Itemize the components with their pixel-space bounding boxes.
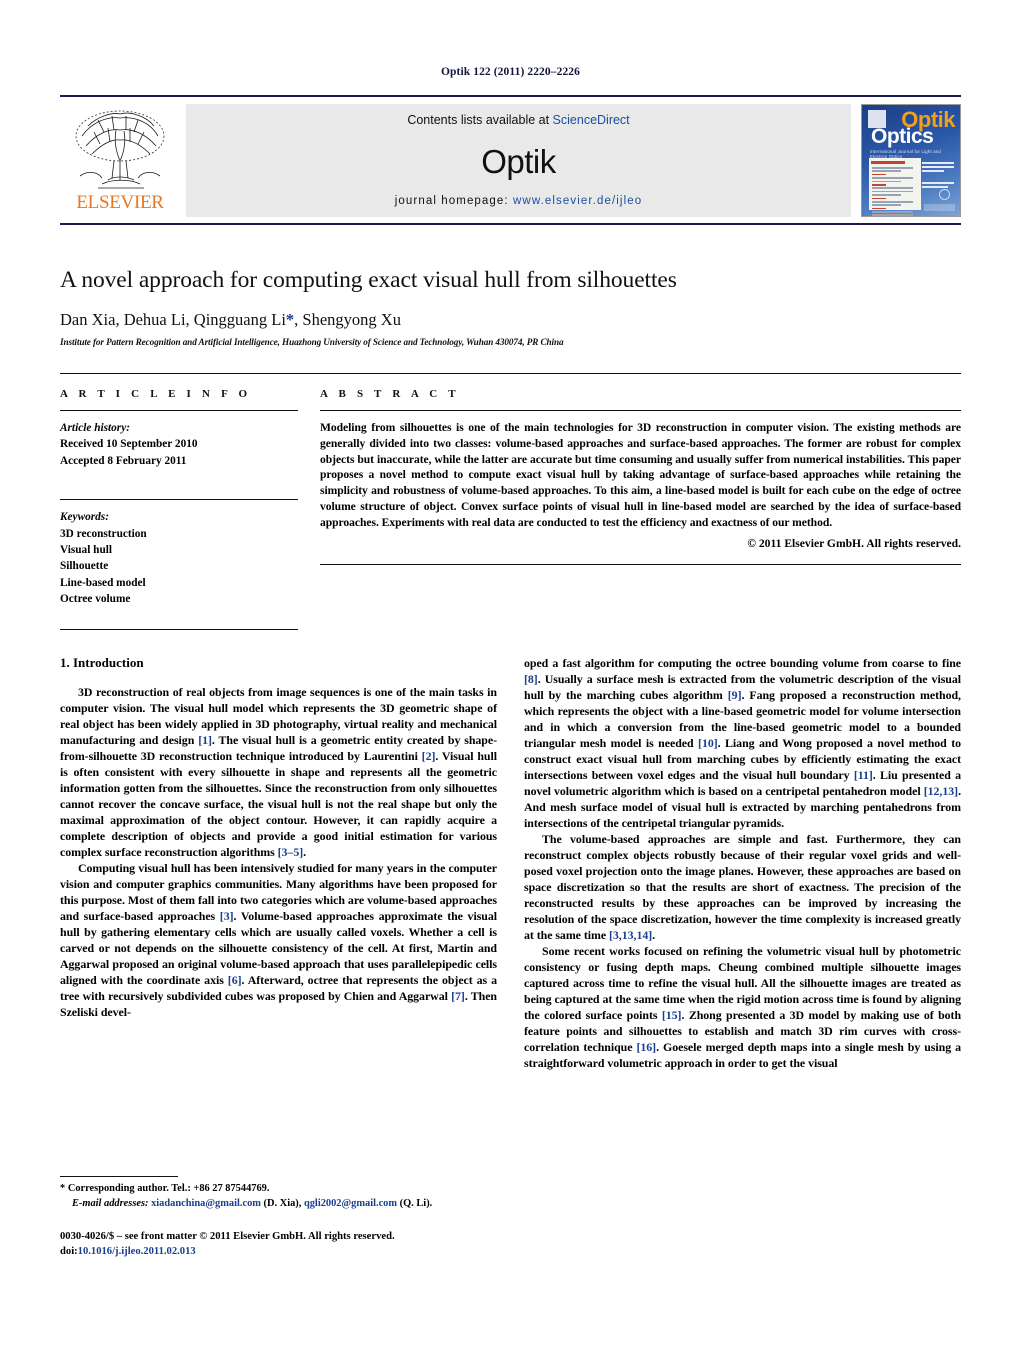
- keyword-item: Line-based model: [60, 576, 146, 589]
- body-column-left: 1. Introduction 3D reconstruction of rea…: [60, 655, 497, 1200]
- cover-side-text: [922, 160, 954, 190]
- article-history-label: Article history:: [60, 422, 130, 435]
- contents-prefix: Contents lists available at: [407, 113, 553, 127]
- footnote-emails: E-mail addresses: xiadanchina@gmail.com …: [60, 1197, 497, 1212]
- article-info-heading: A R T I C L E I N F O: [60, 388, 252, 401]
- paragraph: The volume-based approaches are simple a…: [524, 832, 961, 943]
- paragraph: Some recent works focused on refining th…: [524, 944, 962, 1071]
- email-addresses-label: E-mail addresses:: [72, 1197, 149, 1209]
- author-names-tail: , Shengyong Xu: [294, 310, 401, 330]
- footnote-corresponding-author: * Corresponding author. Tel.: +86 27 875…: [60, 1182, 497, 1197]
- body-columns: 1. Introduction 3D reconstruction of rea…: [60, 655, 961, 1200]
- footnote-block: * Corresponding author. Tel.: +86 27 875…: [60, 1176, 497, 1212]
- paragraph: oped a fast algorithm for computing the …: [524, 656, 962, 831]
- abstract-column: A B S T R A C T Modeling from silhouette…: [320, 388, 961, 630]
- section-heading-introduction: 1. Introduction: [60, 655, 144, 671]
- cover-seal-icon: [939, 189, 950, 200]
- author-names: Dan Xia, Dehua Li, Qingguang Li: [60, 310, 286, 330]
- affiliation: Institute for Pattern Recognition and Ar…: [60, 337, 564, 348]
- journal-homepage-link[interactable]: www.elsevier.de/ijleo: [513, 195, 642, 207]
- email-owner-author2: (Q. Li).: [399, 1197, 433, 1209]
- body-column-right: oped a fast algorithm for computing the …: [524, 655, 961, 1200]
- cover-title-optics: Optics: [871, 125, 934, 148]
- abstract-text: Modeling from silhouettes is one of the …: [320, 421, 961, 529]
- article-info-rule: [60, 410, 298, 412]
- journal-homepage-line: journal homepage: www.elsevier.de/ijleo: [395, 195, 642, 207]
- elsevier-logo: ELSEVIER: [60, 104, 180, 217]
- keywords-rule: [60, 499, 298, 501]
- page-title: A novel approach for computing exact vis…: [60, 267, 677, 293]
- paragraph: Computing visual hull has been intensive…: [60, 861, 497, 1020]
- abstract-heading: A B S T R A C T: [320, 388, 460, 401]
- abstract-copyright: © 2011 Elsevier GmbH. All rights reserve…: [747, 537, 961, 551]
- article-info-bottom-rule: [60, 629, 298, 631]
- article-history-accepted: Accepted 8 February 2011: [60, 454, 187, 467]
- imprint-block: 0030-4026/$ – see front matter © 2011 El…: [60, 1229, 580, 1260]
- title-block: A novel approach for computing exact vis…: [60, 267, 961, 347]
- masthead-bottom-rule: [60, 223, 961, 225]
- email-owner-author1: (D. Xia),: [263, 1197, 302, 1209]
- email-link-author2[interactable]: qgli2002@gmail.com: [304, 1198, 397, 1209]
- abstract-rule: [320, 410, 961, 412]
- footnote-corresponding-text: Corresponding author. Tel.: +86 27 87544…: [67, 1183, 270, 1194]
- cover-bottom-strip: [924, 204, 955, 211]
- keyword-item: Silhouette: [60, 560, 109, 573]
- keywords-label: Keywords:: [60, 511, 109, 524]
- article-page: Optik 122 (2011) 2220–2226 ELSEVIER Cont…: [0, 0, 1021, 1351]
- journal-banner: Contents lists available at ScienceDirec…: [186, 104, 851, 217]
- doi-prefix: doi:: [60, 1246, 78, 1258]
- homepage-label: journal homepage:: [394, 195, 514, 207]
- paragraph: 3D reconstruction of real objects from i…: [60, 685, 497, 860]
- article-info-column: A R T I C L E I N F O Article history: R…: [60, 388, 298, 631]
- cover-contents-panel: [869, 158, 921, 216]
- doi-line: doi:10.1016/j.ijleo.2011.02.013: [60, 1244, 580, 1259]
- journal-cover-thumbnail: Optik Optics International Journal for L…: [861, 104, 961, 217]
- info-abstract-region: A R T I C L E I N F O Article history: R…: [60, 373, 961, 631]
- running-head: Optik 122 (2011) 2220–2226: [440, 66, 580, 78]
- email-link-author1[interactable]: xiadanchina@gmail.com: [151, 1198, 261, 1209]
- keyword-item: Octree volume: [60, 593, 131, 606]
- keywords-block: Keywords: 3D reconstruction Visual hull …: [60, 499, 298, 607]
- elsevier-tree-icon: [75, 110, 165, 189]
- issn-front-matter: 0030-4026/$ – see front matter © 2011 El…: [60, 1231, 395, 1242]
- author-list: Dan Xia, Dehua Li, Qingguang Li*, Shengy…: [60, 310, 961, 330]
- journal-title: Optik: [481, 142, 556, 180]
- corresponding-author-marker[interactable]: *: [286, 310, 294, 329]
- doi-link[interactable]: 10.1016/j.ijleo.2011.02.013: [78, 1246, 196, 1257]
- contents-available-line: Contents lists available at ScienceDirec…: [407, 113, 629, 127]
- article-history-received: Received 10 September 2010: [60, 438, 198, 451]
- footnote-star-marker: *: [60, 1183, 66, 1194]
- keyword-item: Visual hull: [60, 543, 113, 556]
- elsevier-wordmark: ELSEVIER: [76, 192, 164, 213]
- footnote-rule: [60, 1176, 178, 1177]
- keyword-item: 3D reconstruction: [60, 527, 147, 540]
- journal-masthead: ELSEVIER Contents lists available at Sci…: [60, 95, 961, 217]
- sciencedirect-link[interactable]: ScienceDirect: [553, 113, 630, 127]
- abstract-bottom-rule: [320, 564, 961, 566]
